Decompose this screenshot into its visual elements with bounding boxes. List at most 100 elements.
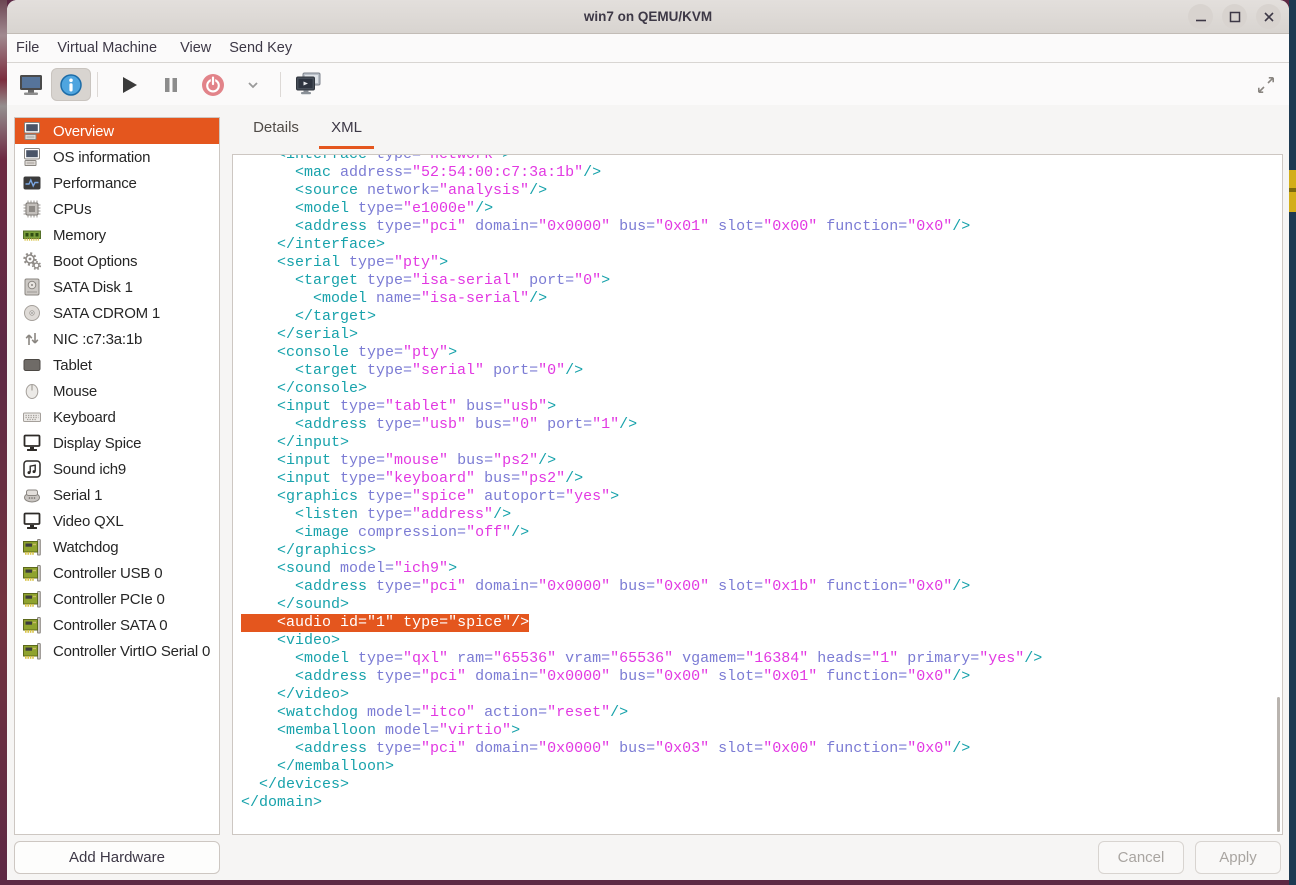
- xml-line[interactable]: <model name="isa-serial"/>: [241, 290, 1282, 308]
- xml-line[interactable]: <address type="pci" domain="0x0000" bus=…: [241, 578, 1282, 596]
- sidebar-item-nic-c7-3a-1b[interactable]: NIC :c7:3a:1b: [15, 326, 219, 352]
- sidebar-item-controller-sata-0[interactable]: Controller SATA 0: [15, 612, 219, 638]
- window-controls: [1188, 4, 1281, 29]
- xml-line[interactable]: <video>: [241, 632, 1282, 650]
- xml-line[interactable]: <address type="pci" domain="0x0000" bus=…: [241, 218, 1282, 236]
- maximize-button[interactable]: [1222, 4, 1247, 29]
- menu-virtual-machine[interactable]: Virtual Machine: [48, 34, 166, 62]
- menu-view[interactable]: View: [171, 34, 220, 62]
- xml-line[interactable]: <memballoon model="virtio">: [241, 722, 1282, 740]
- sidebar-item-sata-cdrom-1[interactable]: SATA CDROM 1: [15, 300, 219, 326]
- show-details-button[interactable]: [51, 68, 91, 101]
- tablet-icon: [21, 354, 43, 376]
- hardware-list: Overview OS informationPerformanceCPUsMem…: [14, 117, 220, 835]
- close-button[interactable]: [1256, 4, 1281, 29]
- sidebar-item-os-information[interactable]: OS information: [15, 144, 219, 170]
- xml-line[interactable]: <console type="pty">: [241, 344, 1282, 362]
- xml-line[interactable]: </interface>: [241, 236, 1282, 254]
- xml-line[interactable]: <target type="isa-serial" port="0">: [241, 272, 1282, 290]
- shutdown-button[interactable]: [196, 68, 230, 101]
- pci-card-icon: [21, 562, 43, 584]
- xml-line[interactable]: <mac address="52:54:00:c7:3a:1b"/>: [241, 164, 1282, 182]
- sidebar-item-label: Sound ich9: [53, 461, 126, 478]
- xml-line[interactable]: <image compression="off"/>: [241, 524, 1282, 542]
- xml-line[interactable]: <interface type="network">: [241, 154, 1282, 164]
- xml-line[interactable]: <sound model="ich9">: [241, 560, 1282, 578]
- graphical-console-button[interactable]: [14, 68, 48, 101]
- xml-line[interactable]: <listen type="address"/>: [241, 506, 1282, 524]
- shutdown-menu-button[interactable]: [240, 68, 266, 101]
- xml-line[interactable]: <input type="tablet" bus="usb">: [241, 398, 1282, 416]
- xml-line[interactable]: </devices>: [241, 776, 1282, 794]
- tab-details[interactable]: Details: [231, 105, 321, 150]
- sidebar-item-label: Video QXL: [53, 513, 123, 530]
- minimize-button[interactable]: [1188, 4, 1213, 29]
- xml-line[interactable]: </graphics>: [241, 542, 1282, 560]
- xml-line[interactable]: </memballoon>: [241, 758, 1282, 776]
- power-icon: [200, 72, 226, 98]
- performance-icon: [21, 172, 43, 194]
- run-button[interactable]: [112, 68, 146, 101]
- xml-line[interactable]: </target>: [241, 308, 1282, 326]
- computer-icon: [21, 120, 43, 142]
- pci-card-icon: [21, 588, 43, 610]
- xml-line[interactable]: </console>: [241, 380, 1282, 398]
- titlebar[interactable]: win7 on QEMU/KVM: [7, 0, 1289, 34]
- xml-line[interactable]: <serial type="pty">: [241, 254, 1282, 272]
- xml-editor[interactable]: <interface type="network"> <mac address=…: [233, 154, 1282, 812]
- sidebar-item-sound-ich9[interactable]: Sound ich9: [15, 456, 219, 482]
- sidebar-item-cpus[interactable]: CPUs: [15, 196, 219, 222]
- xml-line[interactable]: </serial>: [241, 326, 1282, 344]
- cancel-button[interactable]: Cancel: [1098, 841, 1184, 874]
- xml-line[interactable]: <input type="keyboard" bus="ps2"/>: [241, 470, 1282, 488]
- xml-line[interactable]: </sound>: [241, 596, 1282, 614]
- sidebar-item-label: Display Spice: [53, 435, 141, 452]
- sidebar-item-label: Overview: [53, 123, 114, 140]
- menu-send-key[interactable]: Send Key: [220, 34, 301, 62]
- sidebar-item-mouse[interactable]: Mouse: [15, 378, 219, 404]
- sidebar-item-memory[interactable]: Memory: [15, 222, 219, 248]
- tab-xml[interactable]: XML: [319, 105, 374, 150]
- sidebar-item-video-qxl[interactable]: Video QXL: [15, 508, 219, 534]
- apply-button[interactable]: Apply: [1195, 841, 1281, 874]
- window-title: win7 on QEMU/KVM: [7, 0, 1289, 33]
- xml-line[interactable]: </video>: [241, 686, 1282, 704]
- xml-panel: <interface type="network"> <mac address=…: [232, 154, 1283, 835]
- sidebar-item-sata-disk-1[interactable]: SATA Disk 1: [15, 274, 219, 300]
- xml-line[interactable]: <graphics type="spice" autoport="yes">: [241, 488, 1282, 506]
- xml-scrollbar-thumb[interactable]: [1277, 697, 1281, 832]
- sidebar-item-performance[interactable]: Performance: [15, 170, 219, 196]
- xml-line[interactable]: <input type="mouse" bus="ps2"/>: [241, 452, 1282, 470]
- sidebar-item-controller-pcie-0[interactable]: Controller PCIe 0: [15, 586, 219, 612]
- sidebar-item-overview[interactable]: Overview: [15, 118, 219, 144]
- sidebar-item-watchdog[interactable]: Watchdog: [15, 534, 219, 560]
- xml-line[interactable]: <watchdog model="itco" action="reset"/>: [241, 704, 1282, 722]
- xml-line[interactable]: <address type="pci" domain="0x0000" bus=…: [241, 668, 1282, 686]
- sidebar-item-label: Watchdog: [53, 539, 118, 556]
- close-icon: [1257, 5, 1281, 29]
- xml-line[interactable]: <model type="e1000e"/>: [241, 200, 1282, 218]
- xml-line[interactable]: </domain>: [241, 794, 1282, 812]
- xml-line-highlighted[interactable]: <audio id="1" type="spice"/>: [241, 614, 1282, 632]
- monitor-icon: [18, 72, 44, 98]
- fullscreen-button[interactable]: [1251, 68, 1281, 101]
- display-icon: [21, 432, 43, 454]
- sidebar-item-display-spice[interactable]: Display Spice: [15, 430, 219, 456]
- sidebar-item-controller-virtio-serial-0[interactable]: Controller VirtIO Serial 0: [15, 638, 219, 664]
- sidebar-item-controller-usb-0[interactable]: Controller USB 0: [15, 560, 219, 586]
- pause-button[interactable]: [154, 68, 188, 101]
- computer-icon: [21, 146, 43, 168]
- menu-file[interactable]: File: [7, 34, 48, 62]
- sidebar-item-serial-1[interactable]: Serial 1: [15, 482, 219, 508]
- xml-line[interactable]: </input>: [241, 434, 1282, 452]
- xml-line[interactable]: <source network="analysis"/>: [241, 182, 1282, 200]
- sidebar-item-tablet[interactable]: Tablet: [15, 352, 219, 378]
- console-windows-button[interactable]: [290, 68, 326, 101]
- xml-line[interactable]: <address type="pci" domain="0x0000" bus=…: [241, 740, 1282, 758]
- xml-line[interactable]: <address type="usb" bus="0" port="1"/>: [241, 416, 1282, 434]
- xml-line[interactable]: <target type="serial" port="0"/>: [241, 362, 1282, 380]
- xml-line[interactable]: <model type="qxl" ram="65536" vram="6553…: [241, 650, 1282, 668]
- add-hardware-button[interactable]: Add Hardware: [14, 841, 220, 874]
- sidebar-item-keyboard[interactable]: Keyboard: [15, 404, 219, 430]
- sidebar-item-boot-options[interactable]: Boot Options: [15, 248, 219, 274]
